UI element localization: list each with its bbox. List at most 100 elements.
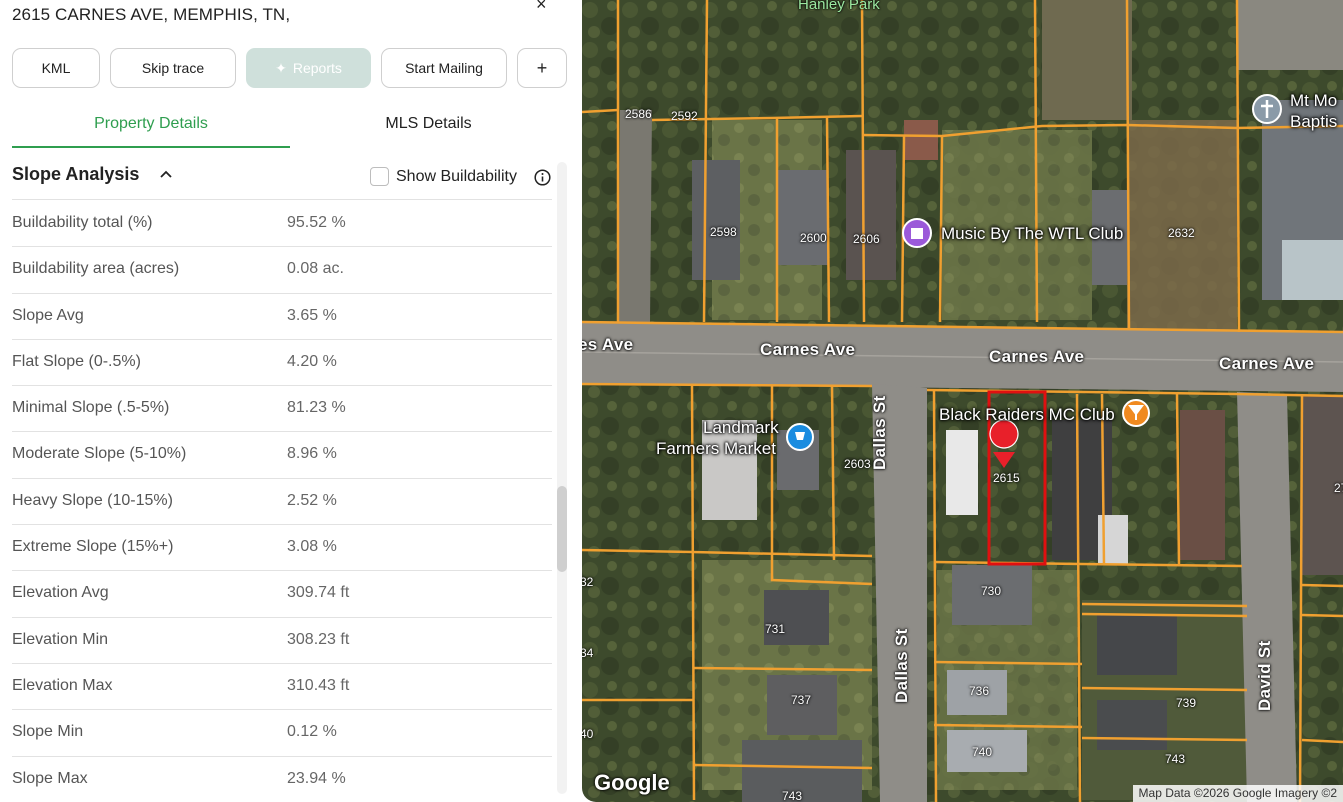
slope-row: Elevation Max 310.43 ft — [12, 664, 552, 711]
property-panel: 2615 CARNES AVE, MEMPHIS, TN, × KML Skip… — [0, 0, 582, 802]
reports-button[interactable]: ✦ Reports — [246, 48, 371, 88]
reports-label: Reports — [292, 60, 342, 76]
slope-row-value: 95.52 % — [287, 214, 346, 231]
slope-row-label: Slope Min — [12, 723, 84, 741]
slope-row-label: Flat Slope (0-.5%) — [12, 352, 141, 370]
sparkle-icon: ✦ — [275, 59, 287, 76]
poi-landmark-line2[interactable]: Farmers Market — [656, 439, 776, 459]
slope-row: Slope Min 0.12 % — [12, 710, 552, 757]
tab-property-details[interactable]: Property Details — [12, 108, 290, 148]
slope-row-label: Buildability total (%) — [12, 214, 153, 231]
google-logo: Google — [594, 770, 670, 795]
slope-row-label: Heavy Slope (10-15%) — [12, 491, 173, 509]
street-label-carnes-2: Carnes Ave — [989, 347, 1085, 366]
parcel-number: 2603 — [844, 457, 871, 471]
section-title: Slope Analysis — [12, 164, 140, 184]
slope-row-label: Slope Max — [12, 769, 88, 787]
slope-row: Elevation Avg 309.74 ft — [12, 571, 552, 618]
dallas-top-text: Dallas St — [870, 395, 889, 470]
slope-row: Buildability area (acres) 0.08 ac. — [12, 247, 552, 294]
slope-row: Heavy Slope (10-15%) 2.52 % — [12, 479, 552, 526]
slope-row: Elevation Min 308.23 ft — [12, 618, 552, 664]
slope-row: Extreme Slope (15%+) 3.08 % — [12, 525, 552, 572]
tab-mls-details[interactable]: MLS Details — [290, 108, 567, 148]
info-icon[interactable] — [534, 169, 551, 186]
slope-row-label: Elevation Avg — [12, 584, 109, 602]
parcel-number: 2606 — [853, 232, 880, 246]
chevron-up-icon[interactable] — [159, 167, 173, 181]
slope-row-value: 81.23 % — [287, 399, 346, 417]
parcel-number: 2600 — [800, 231, 827, 245]
poi-church-line1[interactable]: Mt Mo — [1290, 91, 1337, 111]
park-label: Hanley Park — [798, 0, 880, 13]
parcel-number: 737 — [791, 693, 812, 707]
slope-table: Buildability total (%) 95.52 % Buildabilit… — [12, 201, 552, 802]
slope-row-value: 0.08 ac. — [287, 260, 344, 278]
details-tabs: Property Details MLS Details — [12, 108, 567, 148]
parcel-number: 34 — [582, 646, 594, 660]
show-buildability-checkbox[interactable] — [370, 167, 389, 186]
slope-row: Moderate Slope (5-10%) 8.96 % — [12, 432, 552, 479]
slope-row-label: Elevation Max — [12, 676, 113, 694]
slope-row-value: 310.43 ft — [287, 676, 350, 694]
parcel-number: 32 — [582, 575, 594, 589]
david-text: David St — [1255, 640, 1274, 711]
parcel-number: 731 — [765, 622, 786, 636]
poi-church-line2[interactable]: Baptis — [1290, 112, 1337, 132]
street-label-carnes-1: Carnes Ave — [760, 340, 856, 359]
street-label-carnes-3: Carnes Ave — [1219, 354, 1315, 373]
kml-button[interactable]: KML — [12, 48, 100, 88]
street-label-dallas-bottom: Dallas St — [892, 628, 912, 703]
satellite-map[interactable]: Hanley Park es Ave Carnes Ave Carnes Ave… — [582, 0, 1343, 802]
slope-row: Slope Max 23.94 % — [12, 757, 552, 802]
parcel-number: 2592 — [671, 109, 698, 123]
add-button[interactable]: + — [517, 48, 567, 88]
slope-row-value: 23.94 % — [287, 769, 346, 787]
slope-row-value: 308.23 ft — [287, 630, 350, 648]
slope-row-label: Slope Avg — [12, 306, 84, 324]
slope-row-value: 4.20 % — [287, 352, 337, 370]
slope-row-value: 309.74 ft — [287, 584, 350, 602]
parcel-number: 743 — [1165, 752, 1186, 766]
slope-row-label: Elevation Min — [12, 630, 109, 648]
property-address: 2615 CARNES AVE, MEMPHIS, TN, — [12, 5, 291, 24]
slope-row-label: Buildability area (acres) — [12, 260, 180, 278]
scrollbar[interactable] — [557, 162, 567, 794]
slope-row-label: Moderate Slope (5-10%) — [12, 445, 187, 463]
start-mailing-button[interactable]: Start Mailing — [381, 48, 507, 88]
poi-landmark-line1[interactable]: Landmark — [703, 418, 779, 438]
parcel-number: 743 — [782, 789, 803, 802]
slope-row: Minimal Slope (.5-5%) 81.23 % — [12, 386, 552, 433]
scrollbar-thumb[interactable] — [557, 486, 567, 572]
slope-row-value: 0.12 % — [287, 723, 337, 741]
parcel-number: 739 — [1176, 696, 1197, 710]
poi-music-club[interactable]: Music By The WTL Club — [941, 224, 1123, 244]
slope-analysis-header[interactable]: Slope Analysis Show Buildability — [12, 160, 552, 200]
parcel-number: 2586 — [625, 107, 652, 121]
slope-row-value: 3.65 % — [287, 306, 337, 324]
parcel-number: 736 — [969, 684, 990, 698]
slope-row-value: 8.96 % — [287, 445, 337, 463]
street-label-carnes-left: es Ave — [582, 335, 634, 354]
poi-black-raiders[interactable]: Black Raiders MC Club — [939, 405, 1115, 425]
close-icon[interactable]: × — [536, 0, 547, 15]
parcel-number: 2615 — [993, 471, 1020, 485]
map-attribution[interactable]: Map Data ©2026 Google Imagery ©2 — [1132, 785, 1343, 802]
slope-row: Slope Avg 3.65 % — [12, 294, 552, 340]
parcel-number: 2632 — [1168, 226, 1195, 240]
street-label-david: David St — [1255, 641, 1275, 711]
show-buildability-label: Show Buildability — [396, 168, 517, 185]
parcel-number: 27 — [1334, 481, 1343, 495]
parcel-number: 740 — [972, 745, 993, 759]
parcel-number: 40 — [582, 727, 594, 741]
slope-row-value: 2.52 % — [287, 491, 337, 509]
skip-trace-button[interactable]: Skip trace — [110, 48, 236, 88]
slope-row: Flat Slope (0-.5%) 4.20 % — [12, 340, 552, 387]
dallas-bottom-text: Dallas St — [892, 628, 911, 703]
slope-row: Buildability total (%) 95.52 % — [12, 201, 552, 248]
parcel-number: 2598 — [710, 225, 737, 239]
slope-row-label: Extreme Slope (15%+) — [12, 538, 174, 556]
parcel-number: 730 — [981, 584, 1002, 598]
slope-row-value: 3.08 % — [287, 538, 337, 556]
slope-row-label: Minimal Slope (.5-5%) — [12, 399, 170, 417]
